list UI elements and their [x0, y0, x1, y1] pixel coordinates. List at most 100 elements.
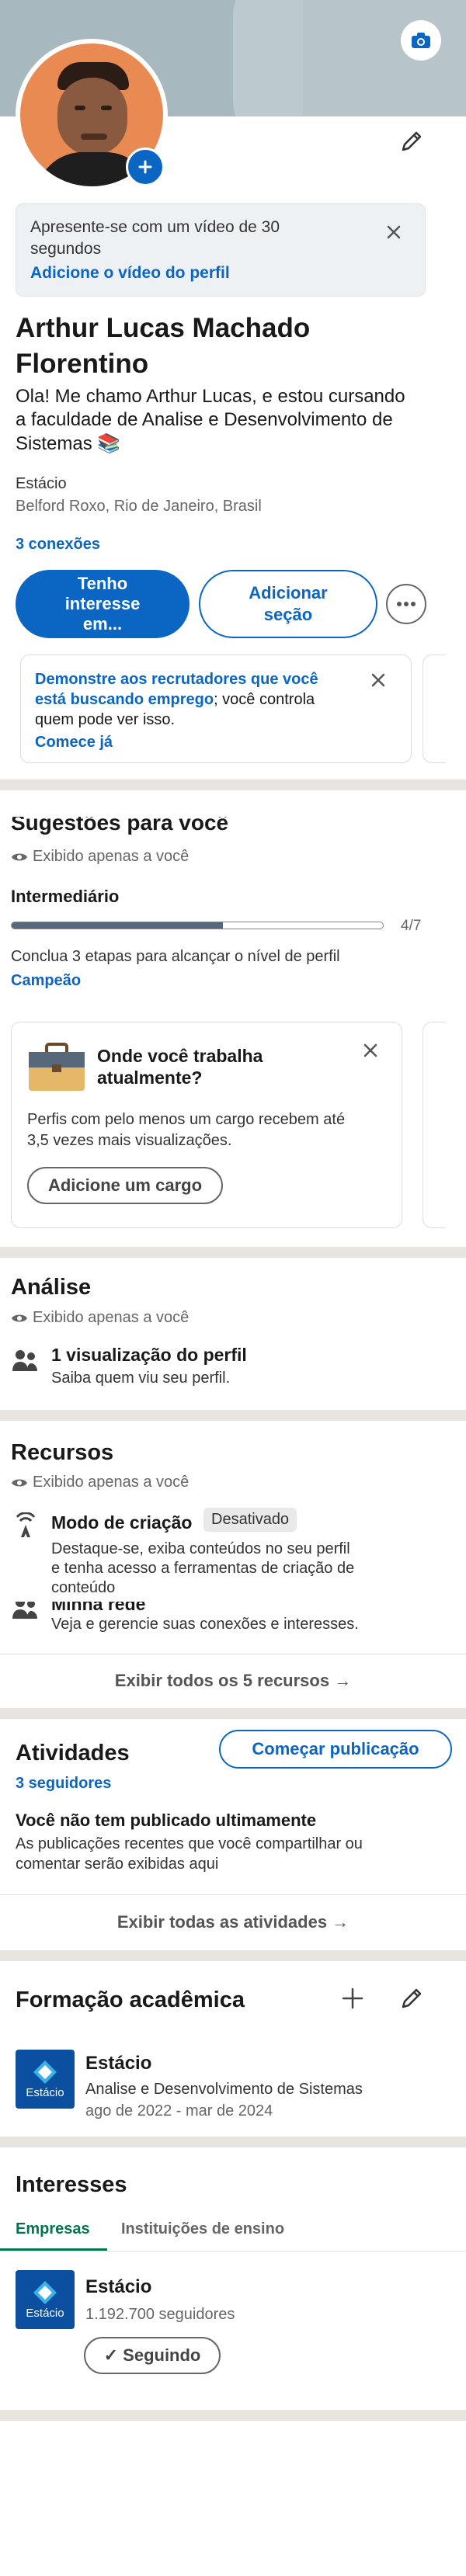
add-position-button[interactable]: Adicione um cargo [27, 1167, 223, 1204]
dismiss-job-card-button[interactable] [360, 1040, 381, 1061]
interests-title: Interesses [16, 2172, 127, 2197]
profile-level-hint: Conclua 3 etapas para alcançar o nível d… [11, 948, 340, 965]
video-banner-text: segundos [30, 240, 102, 258]
job-card-title: atualmente? [97, 1068, 203, 1088]
section-divider [0, 1708, 466, 1719]
plus-icon [138, 160, 152, 174]
dismiss-video-banner-button[interactable] [383, 221, 405, 243]
profile-strength-count: 4/7 [401, 918, 422, 934]
followers-count[interactable]: 3 seguidores [16, 1775, 111, 1793]
activity-empty-text: comentar serão exibidas aqui [16, 1856, 219, 1873]
open-to-work-card: Demonstre aos recrutadores que você está… [20, 654, 412, 763]
school-name[interactable]: Estácio [85, 2053, 151, 2074]
recruiter-card-title: Demonstre aos recrutadores que você [35, 671, 318, 688]
my-network-title: Minha rede [51, 1602, 146, 1614]
tab-companies[interactable]: Empresas [16, 2220, 90, 2238]
activity-empty-text: As publicações recentes que você compart… [16, 1835, 363, 1852]
creator-mode-item[interactable]: Modo de criação Desativado Destaque-se, … [11, 1508, 454, 1599]
add-video-link[interactable]: Adicione o vídeo do perfil [30, 264, 230, 283]
creator-mode-title: Modo de criação [51, 1512, 193, 1533]
connections-link[interactable]: 3 conexões [16, 536, 100, 554]
activity-empty-title: Você não tem publicado ultimamente [16, 1810, 317, 1830]
school-logo[interactable]: Estácio [16, 2050, 75, 2109]
close-icon [387, 225, 401, 239]
profile-strength-fill [12, 922, 224, 929]
tab-schools[interactable]: Instituições de ensino [121, 2220, 284, 2238]
broadcast-icon [16, 1512, 36, 1537]
recruiter-card-text: quem pode ver isso. [35, 711, 176, 728]
next-card-peek [423, 654, 446, 763]
eye-icon [12, 853, 27, 861]
estacio-logo-icon [33, 2060, 57, 2084]
creator-mode-desc: conteúdo [51, 1579, 116, 1596]
more-icon [397, 602, 416, 606]
job-card-title: Onde você trabalha [97, 1046, 263, 1066]
company-logo[interactable]: Estácio [16, 2270, 75, 2329]
recruiter-card-text: está buscando emprego; você controla [35, 691, 315, 709]
show-all-resources-button[interactable]: Exibir todos os 5 recursos → [0, 1654, 466, 1707]
profile-company: Estácio [16, 475, 67, 492]
edit-education-button[interactable] [395, 1981, 429, 2015]
company-followers: 1.192.700 seguidores [85, 2306, 235, 2323]
section-divider [0, 1247, 466, 1258]
dismiss-recruiter-card-button[interactable] [367, 669, 389, 691]
visibility-label: Exibido apenas a você [33, 1309, 190, 1326]
open-to-label: interesse [64, 594, 141, 613]
suggestions-visibility: Exibido apenas a você [11, 848, 189, 866]
course-name: Analise e Desenvolvimento de Sistemas [85, 2081, 363, 2098]
profile-name: Florentino [16, 349, 149, 379]
eye-icon [12, 1314, 27, 1322]
profile-name: Arthur Lucas Machado [16, 313, 311, 343]
section-divider [0, 2410, 466, 2421]
my-network-desc: Veja e gerencie suas conexões e interess… [51, 1616, 359, 1633]
next-card-peek [423, 1022, 446, 1228]
add-section-label: seção [263, 605, 313, 624]
open-to-button[interactable]: Tenho interesse em... [16, 570, 190, 638]
close-icon [371, 673, 385, 687]
following-button[interactable]: ✓ Seguindo [84, 2337, 221, 2374]
profile-strength-bar [11, 922, 384, 929]
job-card-body: 3,5 vezes mais visualizações. [27, 1132, 232, 1149]
section-divider [0, 2137, 466, 2147]
start-post-button[interactable]: Começar publicação [219, 1730, 452, 1769]
profile-location: Belford Roxo, Rio de Janeiro, Brasil [16, 498, 262, 515]
visibility-label: Exibido apenas a você [33, 1474, 190, 1491]
plus-icon [342, 1988, 363, 2009]
show-all-activity-button[interactable]: Exibir todas as atividades → [0, 1895, 466, 1949]
profile-views-item[interactable]: 1 visualização do perfil Saiba quem viu … [11, 1343, 454, 1393]
close-icon [363, 1043, 377, 1057]
add-section-button[interactable]: Adicionar seção [199, 570, 377, 638]
activity-title: Atividades [16, 1741, 130, 1765]
section-divider [0, 779, 466, 790]
job-suggestion-card: Onde você trabalha atualmente? Perfis co… [11, 1022, 402, 1228]
people-icon [12, 1602, 37, 1619]
company-name[interactable]: Estácio [85, 2276, 151, 2298]
pencil-icon [402, 1988, 422, 2008]
resources-title: Recursos [11, 1440, 114, 1465]
eye-icon [12, 1479, 27, 1487]
profile-views-sub: Saiba quem viu seu perfil. [51, 1370, 231, 1387]
add-education-button[interactable] [336, 1981, 370, 2015]
people-icon [12, 1350, 37, 1371]
edit-profile-button[interactable] [395, 124, 429, 158]
recruiter-start-link[interactable]: Comece já [35, 734, 113, 752]
creator-mode-badge: Desativado [203, 1508, 297, 1532]
add-section-label: Adicionar [249, 583, 328, 602]
champion-link[interactable]: Campeão [11, 972, 81, 990]
briefcase-icon [27, 1043, 86, 1092]
education-dates: ago de 2022 - mar de 2024 [85, 2102, 273, 2119]
profile-level: Intermediário [11, 887, 120, 906]
resources-visibility: Exibido apenas a você [11, 1474, 189, 1491]
estacio-logo-icon [33, 2280, 57, 2304]
open-to-label: Tenho [77, 574, 128, 593]
school-logo-text: Estácio [26, 2085, 64, 2099]
creator-mode-desc: e tenha acesso a ferramentas de criação … [51, 1560, 355, 1577]
section-divider [0, 1950, 466, 1961]
add-photo-button[interactable] [126, 148, 165, 186]
more-actions-button[interactable] [386, 584, 426, 624]
edit-banner-button[interactable] [401, 20, 441, 61]
profile-headline: Ola! Me chamo Arthur Lucas, e estou curs… [16, 386, 405, 407]
my-network-item[interactable]: Minha rede Veja e gerencie suas conexões… [11, 1602, 454, 1642]
camera-icon [412, 33, 430, 48]
recruiter-card-text-rest: ; você controla [214, 691, 315, 708]
